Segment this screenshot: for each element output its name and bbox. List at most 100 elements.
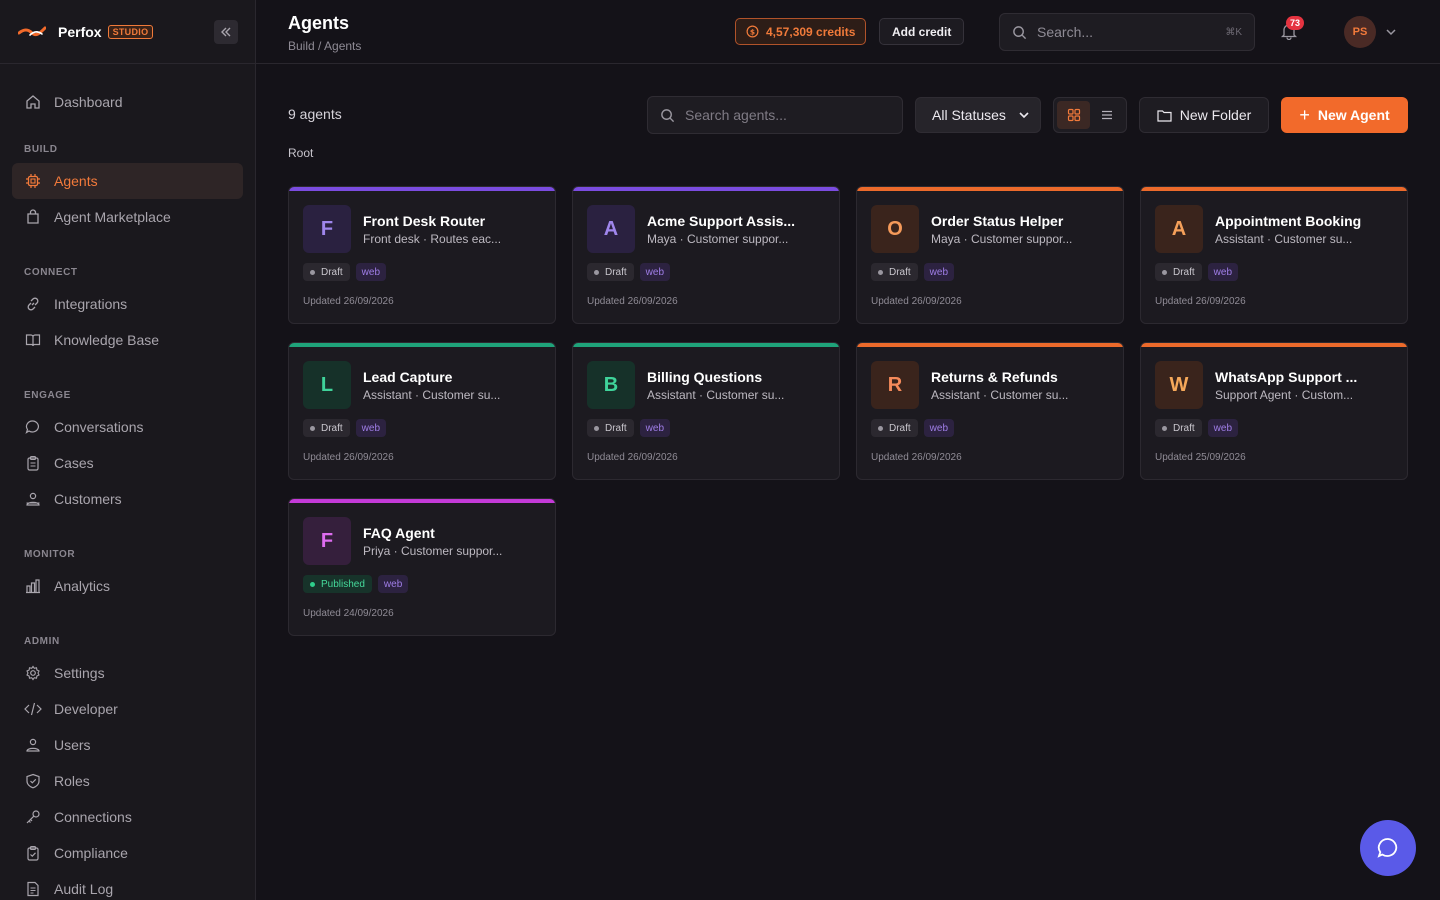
- sidebar-item-agents[interactable]: Agents: [12, 163, 243, 199]
- agent-subtitle: Front desk · Routes eac...: [363, 232, 502, 246]
- add-credit-button[interactable]: Add credit: [879, 18, 965, 45]
- avatar[interactable]: PS: [1344, 16, 1376, 48]
- section-label-admin: ADMIN: [24, 636, 60, 647]
- chat-bubble-icon: [1377, 838, 1398, 858]
- status-badge: Draft: [587, 419, 634, 437]
- section-label-build: BUILD: [24, 144, 58, 155]
- sidebar-item-dashboard[interactable]: Dashboard: [12, 84, 243, 120]
- credits-badge[interactable]: $ 4,57,309 credits: [735, 18, 867, 45]
- channel-badge: web: [923, 419, 955, 437]
- agent-title: Returns & Refunds: [931, 369, 1058, 385]
- agent-subtitle: Support Agent · Custom...: [1215, 388, 1354, 402]
- plus-icon: +: [1299, 105, 1310, 125]
- sidebar-item-label: Developer: [54, 701, 118, 717]
- sidebar-item-connections[interactable]: Connections: [12, 799, 243, 835]
- sidebar-item-conversations[interactable]: Conversations: [12, 409, 243, 445]
- sidebar-item-label: Roles: [54, 773, 90, 789]
- status-badge: Published: [303, 575, 372, 593]
- channel-badge: web: [355, 419, 387, 437]
- agent-avatar: F: [303, 205, 351, 253]
- sidebar-item-settings[interactable]: Settings: [12, 655, 243, 691]
- global-search-input[interactable]: Search... ⌘K: [999, 13, 1255, 51]
- sidebar-item-knowledge-base[interactable]: Knowledge Base: [12, 322, 243, 358]
- agent-subtitle: Maya · Customer suppor...: [647, 232, 789, 246]
- clipboard-check-icon: [24, 844, 42, 862]
- status-dot-icon: [310, 269, 315, 275]
- agent-card[interactable]: F FAQ Agent Priya · Customer suppor... P…: [288, 498, 556, 636]
- channel-badge: web: [923, 263, 955, 281]
- status-dot-icon: [1162, 425, 1167, 431]
- status-dot-icon: [1162, 269, 1167, 275]
- book-icon: [24, 331, 42, 349]
- chat-bubble-icon: [24, 418, 42, 436]
- agent-search-input[interactable]: Search agents...: [647, 96, 903, 134]
- collapse-sidebar-button[interactable]: [214, 20, 238, 44]
- agent-card[interactable]: F Front Desk Router Front desk · Routes …: [288, 186, 556, 324]
- list-icon: [1101, 110, 1112, 120]
- sidebar-item-label: Customers: [54, 491, 122, 507]
- agent-updated: Updated 26/09/2026: [587, 296, 678, 307]
- new-agent-button[interactable]: + New Agent: [1281, 97, 1408, 133]
- agent-subtitle: Priya · Customer suppor...: [363, 544, 503, 558]
- chevron-down-icon[interactable]: [1385, 26, 1397, 38]
- sidebar-item-compliance[interactable]: Compliance: [12, 835, 243, 871]
- page-title: Agents: [288, 13, 350, 33]
- status-badge-label: Draft: [889, 266, 911, 278]
- sidebar-item-developer[interactable]: Developer: [12, 691, 243, 727]
- agent-tags: Draft web: [1155, 419, 1239, 437]
- agent-card[interactable]: L Lead Capture Assistant · Customer su..…: [288, 342, 556, 480]
- agent-updated: Updated 26/09/2026: [871, 452, 962, 463]
- list-view-button[interactable]: [1090, 101, 1123, 129]
- sidebar-item-label: Agent Marketplace: [54, 209, 171, 225]
- shopping-bag-icon: [24, 208, 42, 226]
- credits-amount: 4,57,309 credits: [766, 24, 856, 39]
- sidebar-item-integrations[interactable]: Integrations: [12, 286, 243, 322]
- sidebar-item-label: Cases: [54, 455, 94, 471]
- sidebar-item-label: Connections: [54, 809, 132, 825]
- folder-breadcrumb[interactable]: Root: [288, 146, 313, 160]
- card-accent-bar: [1141, 343, 1407, 347]
- status-badge-label: Draft: [321, 266, 343, 278]
- status-filter-value: All Statuses: [932, 107, 1006, 123]
- grid-view-button[interactable]: [1057, 101, 1090, 129]
- card-accent-bar: [857, 343, 1123, 347]
- agent-card[interactable]: A Appointment Booking Assistant · Custom…: [1140, 186, 1408, 324]
- agent-subtitle: Assistant · Customer su...: [931, 388, 1069, 402]
- agent-updated: Updated 26/09/2026: [587, 452, 678, 463]
- status-badge-label: Draft: [605, 266, 627, 278]
- sidebar-item-analytics[interactable]: Analytics: [12, 568, 243, 604]
- agent-title: Appointment Booking: [1215, 213, 1362, 229]
- agent-card[interactable]: O Order Status Helper Maya · Customer su…: [856, 186, 1124, 324]
- view-mode-toggle: [1053, 97, 1127, 133]
- search-placeholder: Search...: [1037, 24, 1094, 40]
- sidebar-item-users[interactable]: Users: [12, 727, 243, 763]
- sidebar-item-audit-log[interactable]: Audit Log: [12, 871, 243, 900]
- sidebar-item-agent-marketplace[interactable]: Agent Marketplace: [12, 199, 243, 235]
- agent-avatar: B: [587, 361, 635, 409]
- status-dot-icon: [878, 425, 883, 431]
- agent-card[interactable]: R Returns & Refunds Assistant · Customer…: [856, 342, 1124, 480]
- status-filter-select[interactable]: All Statuses: [915, 97, 1041, 133]
- agent-updated: Updated 26/09/2026: [1155, 296, 1246, 307]
- agent-tags: Published web: [303, 575, 409, 593]
- sidebar-item-cases[interactable]: Cases: [12, 445, 243, 481]
- status-badge: Draft: [303, 419, 350, 437]
- agent-tags: Draft web: [303, 419, 387, 437]
- agent-card[interactable]: B Billing Questions Assistant · Customer…: [572, 342, 840, 480]
- sidebar-item-roles[interactable]: Roles: [12, 763, 243, 799]
- agent-avatar: W: [1155, 361, 1203, 409]
- section-label-monitor: MONITOR: [24, 549, 76, 560]
- sidebar-nav: Dashboard BUILD Agents Agent Marketplace…: [0, 64, 255, 900]
- agent-card[interactable]: A Acme Support Assis... Maya · Customer …: [572, 186, 840, 324]
- sidebar-item-label: Agents: [54, 173, 98, 189]
- notification-count-badge: 73: [1286, 16, 1304, 30]
- sidebar-item-label: Integrations: [54, 296, 128, 312]
- support-chat-button[interactable]: [1360, 820, 1416, 876]
- agent-avatar: A: [587, 205, 635, 253]
- agent-card[interactable]: W WhatsApp Support ... Support Agent · C…: [1140, 342, 1408, 480]
- sidebar-item-customers[interactable]: Customers: [12, 481, 243, 517]
- card-accent-bar: [573, 343, 839, 347]
- new-folder-button[interactable]: New Folder: [1139, 97, 1269, 133]
- users-icon: [24, 490, 42, 508]
- shield-icon: [24, 772, 42, 790]
